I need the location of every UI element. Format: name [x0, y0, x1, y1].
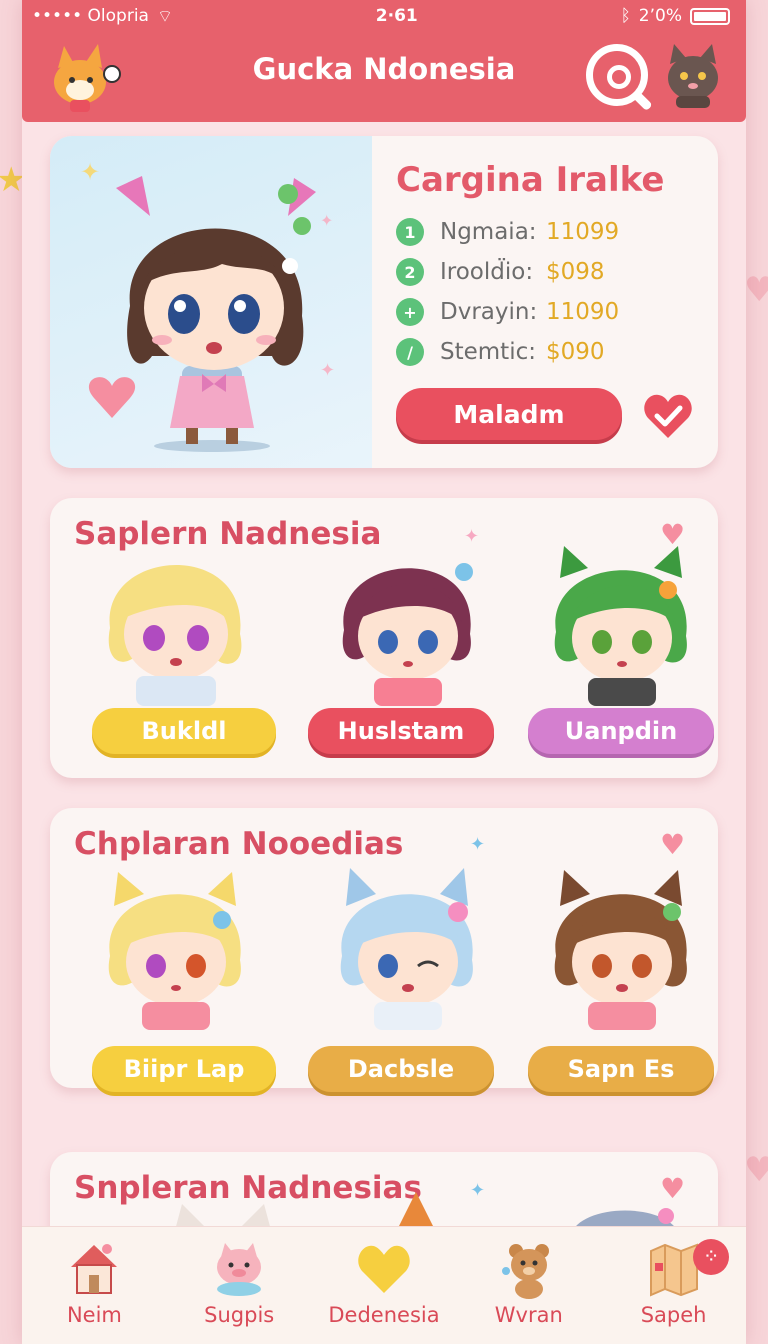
favorite-heart-icon[interactable]	[640, 388, 696, 444]
house-icon	[71, 1244, 118, 1294]
clock: 2·61	[375, 6, 418, 26]
stat-row: / Stemtic: $090	[396, 332, 619, 372]
character-row	[50, 538, 718, 706]
stat-value: 11090	[546, 299, 620, 325]
character-section: Saplern Nadnesia ✦ ♥ Bukldl Huslstam Uan…	[50, 498, 718, 778]
stat-row: 2 Iroold̈io: $098	[396, 252, 619, 292]
tab-label: Sugpis	[204, 1303, 275, 1327]
character-button[interactable]: Dacbsle	[308, 1046, 494, 1092]
stat-value: $098	[546, 259, 605, 285]
stat-number-badge: /	[396, 338, 424, 366]
svg-text:✦: ✦	[320, 211, 333, 230]
character-stats: 1 Ngmaia: 11099 2 Iroold̈io: $098 + Dvra…	[396, 212, 619, 372]
stat-label: Ngmaia:	[440, 219, 537, 245]
svg-text:✦: ✦	[80, 158, 100, 186]
stat-value: 11099	[546, 219, 620, 245]
pig-icon	[217, 1243, 262, 1296]
heart-decoration: ♥	[744, 270, 768, 310]
character-button[interactable]: Sapn Es	[528, 1046, 714, 1092]
tab-sugpis[interactable]: Sugpis	[167, 1227, 312, 1344]
heart-decoration: ♥	[660, 828, 686, 861]
stat-value: $090	[546, 339, 605, 365]
wifi-icon: ⌔	[156, 6, 173, 27]
tab-label: Sapeh	[640, 1303, 707, 1327]
featured-character-card[interactable]: ✦ ✦ ✦ Cargina Iralke 1 Ngmaia: 11099 2 I…	[50, 136, 718, 468]
stat-number-badge: 1	[396, 218, 424, 246]
battery-percent: 2ʼ0%	[638, 6, 682, 26]
star-decoration: ✦	[470, 1180, 486, 1201]
stat-label: Dvrayin:	[440, 299, 538, 325]
tab-label: Neim	[66, 1303, 122, 1327]
chibi-girl-icon: ✦ ✦ ✦	[80, 158, 335, 452]
tab-dedenesia[interactable]: Dedenesia	[312, 1227, 457, 1344]
bluetooth-icon: ᛒ	[620, 6, 631, 26]
stat-row: + Dvrayin: 11090	[396, 292, 619, 332]
tab-label: Dedenesia	[328, 1303, 440, 1327]
heart-decoration: ♥	[744, 1150, 768, 1190]
heart-icon	[358, 1245, 410, 1293]
bear-icon	[501, 1244, 549, 1299]
search-button[interactable]	[586, 44, 653, 112]
carrier-label: ••••• Olopria	[32, 6, 149, 26]
character-button[interactable]: Huslstam	[308, 708, 494, 754]
battery-icon	[690, 7, 730, 25]
featured-character-image: ✦ ✦ ✦	[50, 136, 372, 468]
tab-label: Wvran	[494, 1303, 563, 1327]
section-title: Snpleran Nadnesias	[74, 1170, 422, 1206]
tab-sapeh[interactable]: ⁘ Sapeh	[601, 1227, 746, 1344]
phone-screen: Gucka Ndonesia ••••• Olopria ⌔ 2·61 ᛒ 2ʼ…	[22, 0, 746, 1344]
primary-action-button[interactable]: Maladm	[396, 388, 622, 440]
chibi-maroon-girl-icon[interactable]	[322, 538, 492, 706]
tab-wvran[interactable]: Wvran	[456, 1227, 601, 1344]
chibi-brown-cat-girl-icon[interactable]	[536, 862, 706, 1030]
stat-label: Iroold̈io:	[440, 259, 534, 285]
stat-number-badge: +	[396, 298, 424, 326]
map-icon	[649, 1243, 698, 1297]
cat-avatar-icon[interactable]	[662, 40, 724, 110]
character-button[interactable]: Biipr Lap	[92, 1046, 276, 1092]
section-title: Chplaran Nooedias	[74, 826, 404, 862]
search-icon	[632, 90, 653, 112]
notification-badge-icon: ⁘	[693, 1239, 730, 1275]
stat-row: 1 Ngmaia: 11099	[396, 212, 619, 252]
character-row	[50, 862, 718, 1030]
chibi-cat-ear-blonde-icon[interactable]	[90, 862, 260, 1030]
character-button[interactable]: Uanpdin	[528, 708, 714, 754]
chibi-green-girl-icon[interactable]	[536, 538, 706, 706]
status-bar: ••••• Olopria ⌔ 2·61 ᛒ 2ʼ0%	[22, 0, 746, 32]
stat-number-badge: 2	[396, 258, 424, 286]
star-decoration: ✦	[470, 834, 486, 855]
character-section: Chplaran Nooedias ✦ ♥ Biipr Lap Dacbsle …	[50, 808, 718, 1092]
chibi-blue-hair-girl-icon[interactable]	[322, 862, 492, 1030]
character-button[interactable]: Bukldl	[92, 708, 276, 754]
tab-home[interactable]: Neim	[22, 1227, 167, 1344]
svg-text:✦: ✦	[320, 360, 335, 381]
bottom-tab-bar: Neim Sugpis Dedenesia Wvran ⁘ Sapeh	[22, 1226, 746, 1344]
featured-character-name: Cargina Iralke	[396, 160, 665, 200]
chibi-blonde-girl-icon[interactable]	[90, 538, 260, 706]
stat-label: Stemtic:	[440, 339, 536, 365]
